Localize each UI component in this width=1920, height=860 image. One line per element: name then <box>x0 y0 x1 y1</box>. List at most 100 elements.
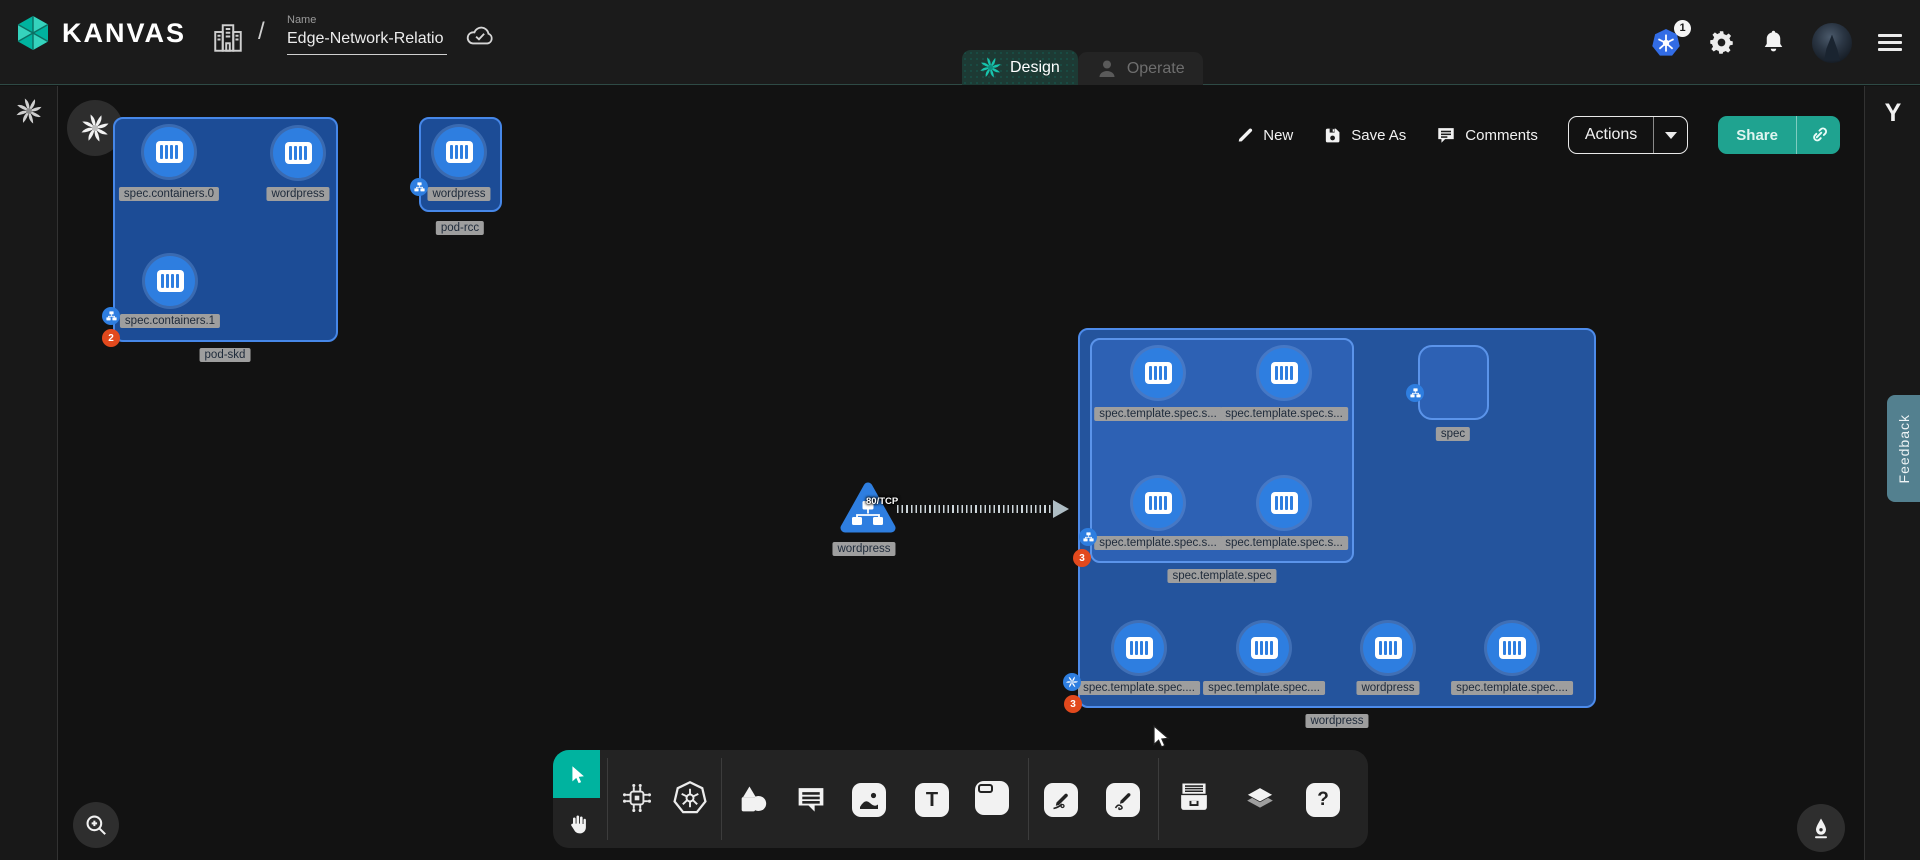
tab-operate[interactable]: Operate <box>1078 52 1203 85</box>
network-icon <box>106 311 117 321</box>
group-label: pod-rcc <box>436 221 484 235</box>
layers-icon <box>1242 780 1278 816</box>
error-count-badge[interactable]: 3 <box>1064 695 1082 713</box>
design-spiral-icon <box>980 57 1001 78</box>
group-label: pod-skd <box>200 348 251 362</box>
menu-hamburger-icon[interactable] <box>1878 30 1902 55</box>
organization-building-icon[interactable] <box>210 20 246 56</box>
kubernetes-helm-icon <box>672 780 708 816</box>
pod-relationship-badge[interactable] <box>1406 384 1424 402</box>
name-field-label: Name <box>287 14 447 26</box>
share-label[interactable]: Share <box>1718 127 1796 144</box>
kubernetes-context-icon[interactable]: 1 <box>1650 27 1682 59</box>
node-label: spec.template.spec.... <box>1203 681 1325 695</box>
comment-annotation-tool[interactable] <box>795 784 827 816</box>
container-icon <box>1271 362 1298 384</box>
settings-gear-icon[interactable] <box>1708 29 1735 56</box>
text-tool[interactable]: T <box>915 783 949 817</box>
group-spec-template-spec[interactable] <box>1090 338 1354 563</box>
freehand-pen-button[interactable] <box>1797 804 1845 852</box>
zoom-search-button[interactable] <box>73 802 119 848</box>
error-count-badge[interactable]: 3 <box>1073 549 1091 567</box>
node-label: spec.template.spec.... <box>1078 681 1200 695</box>
swirl-icon <box>1066 676 1078 688</box>
layers-y-logo[interactable]: Y <box>1865 99 1920 128</box>
pan-tool[interactable] <box>553 798 600 848</box>
save-as-button[interactable]: Save As <box>1323 126 1406 145</box>
caret-down-icon <box>1665 132 1677 139</box>
node-container[interactable] <box>1114 623 1164 673</box>
zoom-in-magnifier-icon <box>83 812 109 838</box>
kanvas-logo[interactable]: KANVAS <box>14 14 186 52</box>
pencil-icon <box>1236 126 1254 144</box>
node-container[interactable] <box>1259 348 1309 398</box>
node-container[interactable] <box>1133 348 1183 398</box>
shapes-tool[interactable] <box>736 783 770 817</box>
toolbar-divider <box>607 758 608 840</box>
edge-port-label: 80/TCP <box>866 496 898 507</box>
design-name-field[interactable]: Name Edge-Network-Relatio <box>287 14 447 55</box>
pod-relationship-badge[interactable] <box>1079 528 1097 546</box>
error-count-badge[interactable]: 2 <box>102 329 120 347</box>
actions-dropdown-toggle[interactable] <box>1653 116 1687 154</box>
select-tool[interactable] <box>553 750 600 798</box>
feedback-tab[interactable]: Feedback <box>1887 395 1920 502</box>
node-label: spec <box>1436 427 1470 441</box>
meshery-spiral-icon[interactable] <box>16 98 42 124</box>
tab-design[interactable]: Design <box>962 50 1078 85</box>
image-icon <box>852 783 886 817</box>
components-tool[interactable] <box>619 780 655 816</box>
node-label: wordpress <box>427 187 490 201</box>
link-icon <box>1809 125 1829 145</box>
comments-button[interactable]: Comments <box>1436 125 1538 145</box>
node-container[interactable] <box>1487 623 1537 673</box>
flower-asterisk-icon <box>81 114 109 142</box>
node-spec[interactable] <box>1418 345 1489 420</box>
help-tool[interactable]: ? <box>1306 783 1340 817</box>
node-container[interactable] <box>145 256 195 306</box>
node-container[interactable] <box>1133 478 1183 528</box>
node-container[interactable] <box>1259 478 1309 528</box>
node-container[interactable] <box>1239 623 1289 673</box>
deployment-relationship-badge[interactable] <box>1063 673 1081 691</box>
actions-split-button[interactable]: Actions <box>1568 116 1688 154</box>
notifications-bell-icon[interactable] <box>1761 29 1786 56</box>
actions-label[interactable]: Actions <box>1569 126 1653 144</box>
cloud-check-icon <box>463 22 497 48</box>
floppy-save-icon <box>1323 126 1342 145</box>
kanvas-app: KANVAS / Name Edge-Network-Relatio <box>0 0 1920 860</box>
user-avatar[interactable] <box>1812 23 1852 63</box>
container-icon <box>1251 637 1278 659</box>
edge-service-to-deployment[interactable] <box>897 505 1055 513</box>
copy-link-button[interactable] <box>1796 116 1840 154</box>
image-tool[interactable] <box>852 783 886 817</box>
share-split-button[interactable]: Share <box>1718 116 1840 154</box>
note-tool[interactable] <box>975 781 1009 815</box>
name-field-value[interactable]: Edge-Network-Relatio <box>287 30 447 55</box>
node-label: spec.template.spec.s... <box>1094 536 1222 550</box>
draw-line-tool[interactable] <box>1044 783 1078 817</box>
layers-tool[interactable] <box>1242 780 1278 816</box>
archive-tool[interactable] <box>1176 779 1212 815</box>
container-icon <box>1375 637 1402 659</box>
container-icon <box>1499 637 1526 659</box>
hand-icon <box>565 811 589 835</box>
node-label: spec.template.spec.s... <box>1220 536 1348 550</box>
mode-tabs: Design Operate <box>962 50 1203 85</box>
kubernetes-tool[interactable] <box>672 780 708 816</box>
node-label: spec.template.spec.s... <box>1220 407 1348 421</box>
toolbar-divider <box>721 758 722 840</box>
node-label: wordpress <box>832 542 895 556</box>
node-container[interactable] <box>273 128 323 178</box>
node-service-triangle[interactable] <box>840 481 896 534</box>
node-container[interactable] <box>434 127 484 177</box>
node-container[interactable] <box>144 127 194 177</box>
node-label: spec.containers.1 <box>120 314 220 328</box>
logo-text: KANVAS <box>62 18 186 49</box>
draw-freehand-tool[interactable] <box>1106 783 1140 817</box>
node-container[interactable] <box>1363 623 1413 673</box>
pod-relationship-badge[interactable] <box>102 307 120 325</box>
pod-relationship-badge[interactable] <box>410 178 428 196</box>
network-icon <box>1083 532 1094 542</box>
new-button[interactable]: New <box>1236 126 1293 144</box>
